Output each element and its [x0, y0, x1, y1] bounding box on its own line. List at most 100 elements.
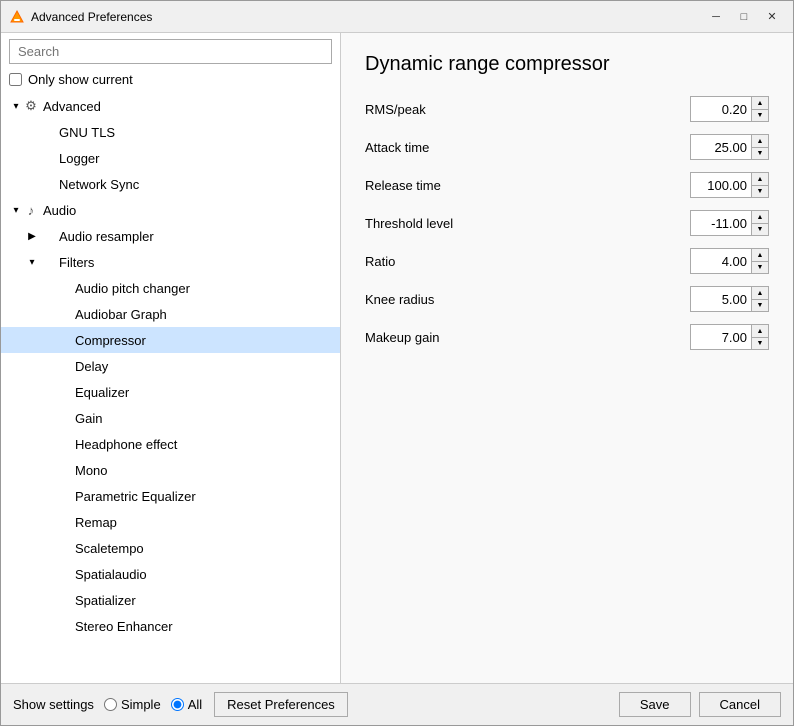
- no-icon: [55, 384, 71, 400]
- tree-item-gnu-tls[interactable]: GNU TLS: [1, 119, 340, 145]
- no-icon: [55, 306, 71, 322]
- spinner-up[interactable]: ▲: [752, 211, 768, 223]
- tree-item-spatialaudio[interactable]: Spatialaudio: [1, 561, 340, 587]
- param-input[interactable]: [691, 328, 751, 347]
- tree-item-audiobar-graph[interactable]: Audiobar Graph: [1, 301, 340, 327]
- param-row: Threshold level ▲ ▼: [365, 210, 769, 236]
- search-input[interactable]: [9, 39, 332, 64]
- spinner-down[interactable]: ▼: [752, 223, 768, 235]
- tree-arrow-empty: [41, 385, 55, 399]
- tree-item-advanced[interactable]: ▾⚙Advanced: [1, 93, 340, 119]
- spinners: ▲ ▼: [751, 249, 768, 273]
- tree-item-network-sync[interactable]: Network Sync: [1, 171, 340, 197]
- tree-item-logger[interactable]: Logger: [1, 145, 340, 171]
- spinner-up[interactable]: ▲: [752, 97, 768, 109]
- reset-button[interactable]: Reset Preferences: [214, 692, 348, 717]
- tree-arrow: ▾: [9, 99, 23, 113]
- no-icon: [55, 436, 71, 452]
- tree-arrow-empty: [41, 463, 55, 477]
- tree-item-audio-resampler[interactable]: ▶Audio resampler: [1, 223, 340, 249]
- spinners: ▲ ▼: [751, 97, 768, 121]
- tree-arrow-empty: [41, 281, 55, 295]
- no-icon: [39, 254, 55, 270]
- param-input-group: ▲ ▼: [690, 324, 769, 350]
- spinners: ▲ ▼: [751, 135, 768, 159]
- tree-item-headphone-effect[interactable]: Headphone effect: [1, 431, 340, 457]
- param-input[interactable]: [691, 214, 751, 233]
- only-show-current-checkbox[interactable]: [9, 73, 22, 86]
- param-input-group: ▲ ▼: [690, 172, 769, 198]
- spinner-down[interactable]: ▼: [752, 299, 768, 311]
- param-input[interactable]: [691, 138, 751, 157]
- tree-label: Audio resampler: [59, 229, 154, 244]
- title-bar: Advanced Preferences ─ □ ✕: [1, 1, 793, 33]
- spinner-up[interactable]: ▲: [752, 173, 768, 185]
- spinners: ▲ ▼: [751, 325, 768, 349]
- param-row: Release time ▲ ▼: [365, 172, 769, 198]
- tree-item-remap[interactable]: Remap: [1, 509, 340, 535]
- spinner-down[interactable]: ▼: [752, 337, 768, 349]
- maximize-button[interactable]: □: [731, 6, 757, 28]
- spinner-down[interactable]: ▼: [752, 261, 768, 273]
- param-input[interactable]: [691, 176, 751, 195]
- tree-arrow-empty: [41, 541, 55, 555]
- no-icon: [55, 462, 71, 478]
- tree-arrow-empty: [41, 437, 55, 451]
- spinner-up[interactable]: ▲: [752, 249, 768, 261]
- close-button[interactable]: ✕: [759, 6, 785, 28]
- radio-group: Simple All: [104, 697, 202, 712]
- simple-radio-label: Simple: [104, 697, 161, 712]
- bottom-bar: Show settings Simple All Reset Preferenc…: [1, 683, 793, 725]
- tree-item-delay[interactable]: Delay: [1, 353, 340, 379]
- tree-label: Remap: [75, 515, 117, 530]
- no-icon: [55, 566, 71, 582]
- tree-item-filters[interactable]: ▾ Filters: [1, 249, 340, 275]
- tree-item-stereo-enhancer[interactable]: Stereo Enhancer: [1, 613, 340, 639]
- spinner-down[interactable]: ▼: [752, 185, 768, 197]
- param-input[interactable]: [691, 252, 751, 271]
- cancel-button[interactable]: Cancel: [699, 692, 781, 717]
- param-input[interactable]: [691, 100, 751, 119]
- tree-item-audio[interactable]: ▾♪Audio: [1, 197, 340, 223]
- minimize-button[interactable]: ─: [703, 6, 729, 28]
- spinners: ▲ ▼: [751, 211, 768, 235]
- simple-radio[interactable]: [104, 698, 117, 711]
- tree-arrow-empty: [25, 151, 39, 165]
- all-radio[interactable]: [171, 698, 184, 711]
- tree-arrow-empty: [41, 489, 55, 503]
- tree-item-equalizer[interactable]: Equalizer: [1, 379, 340, 405]
- param-input[interactable]: [691, 290, 751, 309]
- save-button[interactable]: Save: [619, 692, 691, 717]
- tree-arrow-empty: [41, 619, 55, 633]
- no-icon: [55, 280, 71, 296]
- spinner-down[interactable]: ▼: [752, 147, 768, 159]
- tree-item-parametric-equalizer[interactable]: Parametric Equalizer: [1, 483, 340, 509]
- param-row: Makeup gain ▲ ▼: [365, 324, 769, 350]
- tree-arrow: ▾: [9, 203, 23, 217]
- tree-label: Headphone effect: [75, 437, 177, 452]
- param-input-group: ▲ ▼: [690, 286, 769, 312]
- tree-item-scaletempo[interactable]: Scaletempo: [1, 535, 340, 561]
- simple-label: Simple: [121, 697, 161, 712]
- tree-arrow: ▾: [25, 255, 39, 269]
- spinner-up[interactable]: ▲: [752, 325, 768, 337]
- param-row: Ratio ▲ ▼: [365, 248, 769, 274]
- param-input-group: ▲ ▼: [690, 210, 769, 236]
- tree-item-compressor[interactable]: Compressor: [1, 327, 340, 353]
- tree-item-mono[interactable]: Mono: [1, 457, 340, 483]
- tree-item-audio-pitch-changer[interactable]: Audio pitch changer: [1, 275, 340, 301]
- no-icon: [55, 618, 71, 634]
- tree-label: Advanced: [43, 99, 101, 114]
- spinner-down[interactable]: ▼: [752, 109, 768, 121]
- tree-item-spatializer[interactable]: Spatializer: [1, 587, 340, 613]
- spinner-up[interactable]: ▲: [752, 135, 768, 147]
- only-show-current-row: Only show current: [1, 70, 340, 93]
- tree-label: Scaletempo: [75, 541, 144, 556]
- tree-label: Audio: [43, 203, 76, 218]
- tree-arrow-empty: [41, 411, 55, 425]
- spinner-up[interactable]: ▲: [752, 287, 768, 299]
- main-content: Only show current ▾⚙AdvancedGNU TLSLogge…: [1, 33, 793, 683]
- no-icon: [55, 358, 71, 374]
- tree-item-gain[interactable]: Gain: [1, 405, 340, 431]
- tree-label: Filters: [59, 255, 94, 270]
